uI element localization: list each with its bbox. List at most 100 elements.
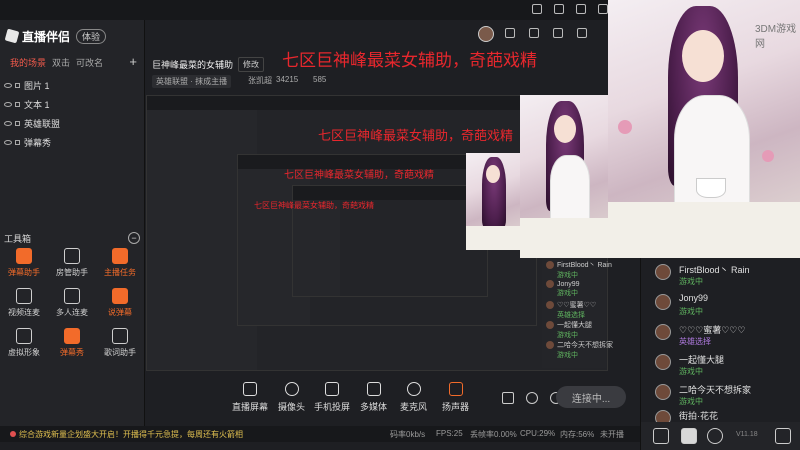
- live-controls: 直播屏幕 摄像头 手机投屏 多媒体 麦克风 扬声器 连接中...: [146, 372, 626, 430]
- avatar: [546, 280, 554, 288]
- chat-row[interactable]: 街拍·花花: [655, 408, 795, 422]
- visible-icon[interactable]: [4, 140, 12, 145]
- visible-icon[interactable]: [4, 83, 12, 88]
- notice-text[interactable]: 综合游戏新量企划盛大开启！开播得千元急提，每周还有火箭相: [10, 429, 243, 440]
- tool-danmu-show[interactable]: 弹幕秀: [48, 328, 96, 358]
- danmu-icon[interactable]: [681, 428, 697, 444]
- tool-room-admin[interactable]: 房管助手: [48, 248, 96, 278]
- eye-icon[interactable]: [526, 392, 538, 404]
- menu-icon[interactable]: [577, 28, 587, 38]
- chat-row[interactable]: 二哈今天不想拆家 游戏中: [655, 382, 795, 410]
- minimize-icon[interactable]: [576, 4, 586, 14]
- phone-cast-button[interactable]: 手机投屏: [314, 382, 350, 413]
- source-item[interactable]: 图片 1: [0, 76, 145, 95]
- avatar: [546, 301, 554, 310]
- chat-panel: FirstBlood丶 Rain 游戏中 Jony99 游戏中 ♡♡♡蜜薯♡♡♡ 英雄…: [640, 258, 800, 450]
- lyrics-icon: [112, 328, 128, 344]
- overlay-text: 七区巨神峰最菜女辅助，奇葩戏精: [282, 51, 537, 70]
- user-avatar[interactable]: [478, 26, 494, 42]
- tool-host-task[interactable]: 主播任务: [96, 248, 144, 278]
- chat-icon[interactable]: [653, 428, 669, 444]
- tool-label: 主播任务: [104, 268, 136, 277]
- speaker-button[interactable]: 扬声器: [442, 382, 469, 413]
- source-item[interactable]: 英雄联盟: [0, 114, 145, 133]
- message-icon[interactable]: [505, 28, 515, 38]
- microphone-button[interactable]: 麦克风: [400, 382, 427, 413]
- scene-tab-mine[interactable]: 我的场景: [10, 56, 46, 74]
- tool-speak-danmu[interactable]: 说弹幕: [96, 288, 144, 318]
- tool-danmu-helper[interactable]: 弹幕助手: [0, 248, 48, 278]
- nested-chat-row: FirstBlood丶 Rain 游戏中: [546, 260, 612, 280]
- nested-chat-row: ♡♡蜜薯♡♡ 英雄选择: [546, 300, 596, 320]
- tool-label: 房管助手: [56, 268, 88, 277]
- scene-tab-rename[interactable]: 可改名: [76, 56, 103, 74]
- record-icon[interactable]: [502, 392, 514, 404]
- brand: 直播伴侣 体验: [0, 20, 145, 52]
- chat-toolbar: V11.18: [641, 422, 800, 450]
- nested-chat: FirstBlood丶 Rain 游戏中 Jony99 游戏中 ♡♡蜜薯♡♡ 英雄选择…: [542, 258, 613, 368]
- add-scene-button[interactable]: +: [129, 54, 137, 69]
- window-buttons: [532, 4, 608, 14]
- tool-avatar[interactable]: 虚拟形象: [0, 328, 48, 358]
- cosplay-image-nested: [520, 95, 608, 258]
- gift-icon[interactable]: [529, 28, 539, 38]
- chat-row[interactable]: Jony99 游戏中: [655, 292, 795, 320]
- skin-icon[interactable]: [532, 4, 542, 14]
- live-companion-app: 直播伴侣 体验 我的场景 双击 可改名 + 图片 1 文本 1 英雄联盟 弹幕秀…: [0, 0, 800, 450]
- edit-title-button[interactable]: 修改: [238, 57, 264, 72]
- drop-rate: 丢帧率0.00%: [470, 430, 517, 439]
- mail-icon[interactable]: [553, 28, 563, 38]
- chat-row[interactable]: ♡♡♡蜜薯♡♡♡ 英雄选择: [655, 322, 795, 350]
- tool-grid: 弹幕助手 房管助手 主播任务 视频连麦 多人连麦 说弹幕 虚拟形象 弹幕秀 歌词…: [0, 248, 145, 358]
- nested-overlay-text: 七区巨神峰最菜女辅助，奇葩戏精: [318, 128, 514, 143]
- tool-video-link[interactable]: 视频连麦: [0, 288, 48, 318]
- chat-row[interactable]: FirstBlood丶 Rain 游戏中: [655, 262, 795, 290]
- fps: FPS:25: [436, 429, 463, 438]
- settings-icon[interactable]: [554, 4, 564, 14]
- phone-icon: [325, 382, 339, 396]
- lock-icon[interactable]: [15, 102, 20, 107]
- close-icon[interactable]: [598, 4, 608, 14]
- scene-tab-double[interactable]: 双击: [52, 56, 70, 74]
- memory-usage: 内存:56%: [560, 430, 595, 439]
- bitrate: 码率0kb/s: [390, 430, 426, 439]
- version-badge[interactable]: 体验: [76, 28, 107, 44]
- version-label: V11.18: [736, 431, 758, 438]
- screen-capture-button[interactable]: 直播屏幕: [232, 382, 268, 413]
- room-category[interactable]: 英雄联盟 · 抹成主播: [152, 75, 232, 88]
- tool-label: 歌词助手: [104, 348, 136, 357]
- lock-icon[interactable]: [15, 83, 20, 88]
- room-host: 张凯超: [248, 76, 272, 85]
- collapse-icon[interactable]: −: [128, 232, 140, 244]
- camera-button[interactable]: 摄像头: [278, 382, 305, 413]
- visible-icon[interactable]: [4, 102, 12, 107]
- toolbox-title: 工具箱: [4, 233, 32, 244]
- expand-icon[interactable]: [775, 428, 791, 444]
- avatar: [546, 341, 554, 350]
- nested-title-bar: [293, 186, 487, 200]
- cpu-usage: CPU:29%: [520, 429, 556, 438]
- danmu-helper-icon: [16, 248, 32, 264]
- tool-multi-link[interactable]: 多人连麦: [48, 288, 96, 318]
- live-state: 未开播: [600, 430, 624, 439]
- app-name: 直播伴侣: [22, 29, 71, 44]
- visible-icon[interactable]: [4, 121, 12, 126]
- image-face: [554, 115, 576, 143]
- tool-label: 虚拟形象: [8, 348, 40, 357]
- source-label: 图片 1: [24, 81, 50, 91]
- source-label: 文本 1: [24, 100, 50, 110]
- image-face: [682, 30, 724, 82]
- mic-icon[interactable]: [707, 428, 723, 444]
- speak-danmu-icon: [112, 288, 128, 304]
- source-item[interactable]: 文本 1: [0, 95, 145, 114]
- tool-lyrics[interactable]: 歌词助手: [96, 328, 144, 358]
- lock-icon[interactable]: [15, 140, 20, 145]
- source-item[interactable]: 弹幕秀: [0, 133, 145, 152]
- source-label: 弹幕秀: [24, 138, 52, 148]
- start-live-button[interactable]: 连接中...: [556, 386, 626, 408]
- media-button[interactable]: 多媒体: [360, 382, 387, 413]
- image-table: [520, 218, 608, 258]
- app-logo-icon: [4, 28, 20, 44]
- chat-row[interactable]: 一起懂大腿 游戏中: [655, 352, 795, 380]
- lock-icon[interactable]: [15, 121, 20, 126]
